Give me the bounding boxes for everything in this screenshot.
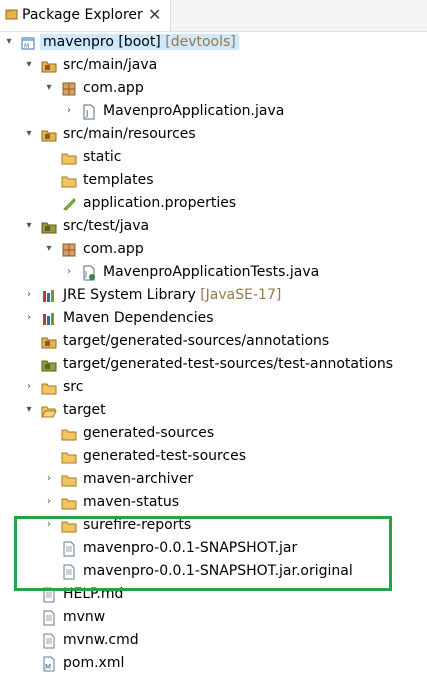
tree-item-label: com.app [83, 80, 144, 96]
xml-file-icon: M [43, 656, 55, 672]
tree-item-label: generated-test-sources [83, 448, 247, 464]
tree-item-label: mvnw [63, 609, 106, 625]
tree-item-label: target [63, 402, 106, 418]
library-icon [43, 290, 54, 302]
tree-item-static[interactable]: static [0, 147, 427, 170]
test-source-folder-icon [41, 360, 57, 372]
tree-item-label: maven-archiver [83, 471, 194, 487]
file-icon [43, 610, 55, 626]
tree-item-src-main-java[interactable]: ▾ src/main/java [0, 55, 427, 78]
tree-item-maven-archiver[interactable]: › maven-archiver [0, 469, 427, 492]
svg-text:M: M [45, 663, 51, 671]
tree-item-label: MavenproApplication.java [103, 103, 285, 119]
tree-item-jre-library[interactable]: › JRE System Library [JavaSE-17] [0, 285, 427, 308]
package-icon [62, 82, 76, 96]
tree-item-templates[interactable]: templates [0, 170, 427, 193]
tab-package-explorer[interactable]: Package Explorer ✕ [0, 0, 171, 31]
tree-item-src[interactable]: › src [0, 377, 427, 400]
folder-open-icon [41, 406, 57, 418]
source-folder-icon [41, 61, 57, 73]
tree-item-maven-dependencies[interactable]: › Maven Dependencies [0, 308, 427, 331]
tree-item-label: target/generated-sources/annotations [63, 333, 330, 349]
tree-item-src-test-java[interactable]: ▾ src/test/java [0, 216, 427, 239]
chevron-right-icon[interactable]: › [24, 379, 34, 395]
close-icon[interactable]: ✕ [148, 5, 161, 24]
tree-item-generated-annotations[interactable]: target/generated-sources/annotations [0, 331, 427, 354]
tree-item-label: MavenproApplicationTests.java [103, 264, 320, 280]
tree-item-target[interactable]: ▾ target [0, 400, 427, 423]
source-folder-icon [41, 130, 57, 142]
tree-item-label: static [83, 149, 122, 165]
chevron-right-icon[interactable]: › [44, 471, 54, 487]
tree-item-label: generated-sources [83, 425, 215, 441]
tree-item-label: JRE System Library [JavaSE-17] [63, 287, 282, 303]
tree-item-application-properties[interactable]: application.properties [0, 193, 427, 216]
svg-text:J: J [85, 109, 88, 118]
highlight-annotation-box [14, 516, 392, 591]
tree-item-label: maven-status [83, 494, 180, 510]
java-file-icon: J [83, 104, 95, 120]
tree-item-package[interactable]: ▾ com.app [0, 239, 427, 262]
tree-item-package[interactable]: ▾ com.app [0, 78, 427, 101]
chevron-right-icon[interactable]: › [64, 264, 74, 280]
tree-item-label: mavenpro [boot] [devtools] [40, 34, 239, 50]
tree-item-mvnw-cmd[interactable]: mvnw.cmd [0, 630, 427, 653]
tree-item-generated-test-sources[interactable]: generated-test-sources [0, 446, 427, 469]
tree-item-generated-test-annotations[interactable]: target/generated-test-sources/test-annot… [0, 354, 427, 377]
tree-item-src-main-resources[interactable]: ▾ src/main/resources [0, 124, 427, 147]
tree-item-pom-xml[interactable]: M pom.xml [0, 653, 427, 676]
tree-item-label: src/test/java [63, 218, 150, 234]
tree-item-label: mvnw.cmd [63, 632, 139, 648]
tree-item-label: src/main/resources [63, 126, 196, 142]
package-explorer-icon [5, 9, 18, 20]
tab-title: Package Explorer [22, 7, 143, 23]
folder-icon [61, 452, 77, 464]
source-folder-icon [41, 337, 57, 349]
chevron-down-icon[interactable]: ▾ [44, 241, 54, 257]
svg-text:M: M [24, 43, 29, 50]
tree-item-generated-sources[interactable]: generated-sources [0, 423, 427, 446]
chevron-down-icon[interactable]: ▾ [24, 126, 34, 142]
tree-item-label: application.properties [83, 195, 237, 211]
chevron-down-icon[interactable]: ▾ [24, 402, 34, 418]
tree-item-label: pom.xml [63, 655, 125, 671]
folder-icon [61, 176, 77, 188]
folder-icon [61, 153, 77, 165]
chevron-right-icon[interactable]: › [44, 494, 54, 510]
tree-item-label: target/generated-test-sources/test-annot… [63, 356, 394, 372]
chevron-right-icon[interactable]: › [24, 287, 34, 303]
tree-item-label: src/main/java [63, 57, 158, 73]
chevron-right-icon[interactable]: › [64, 103, 74, 119]
tree-item-label: templates [83, 172, 154, 188]
tree-item-label: Maven Dependencies [63, 310, 214, 326]
tree-item-java-test-file[interactable]: › J MavenproApplicationTests.java [0, 262, 427, 285]
tree-item-maven-status[interactable]: › maven-status [0, 492, 427, 515]
project-icon: M [21, 37, 35, 50]
svg-text:J: J [84, 270, 87, 278]
properties-file-icon [63, 198, 76, 211]
folder-icon [41, 383, 57, 395]
folder-icon [61, 498, 77, 510]
library-icon [43, 313, 54, 325]
chevron-down-icon[interactable]: ▾ [4, 34, 14, 50]
folder-icon [61, 429, 77, 441]
tree-item-label: src [63, 379, 84, 395]
folder-icon [61, 475, 77, 487]
java-test-file-icon: J [83, 265, 95, 281]
package-icon [62, 243, 76, 257]
file-icon [43, 633, 55, 649]
tree-item-java-file[interactable]: › J MavenproApplication.java [0, 101, 427, 124]
test-source-folder-icon [41, 222, 57, 234]
tree-item-label: com.app [83, 241, 144, 257]
tree-item-project[interactable]: ▾ M mavenpro [boot] [devtools] [0, 32, 427, 55]
chevron-down-icon[interactable]: ▾ [44, 80, 54, 96]
view-tab-bar: Package Explorer ✕ [0, 0, 427, 32]
tree-item-mvnw[interactable]: mvnw [0, 607, 427, 630]
chevron-right-icon[interactable]: › [24, 310, 34, 326]
chevron-down-icon[interactable]: ▾ [24, 57, 34, 73]
chevron-down-icon[interactable]: ▾ [24, 218, 34, 234]
